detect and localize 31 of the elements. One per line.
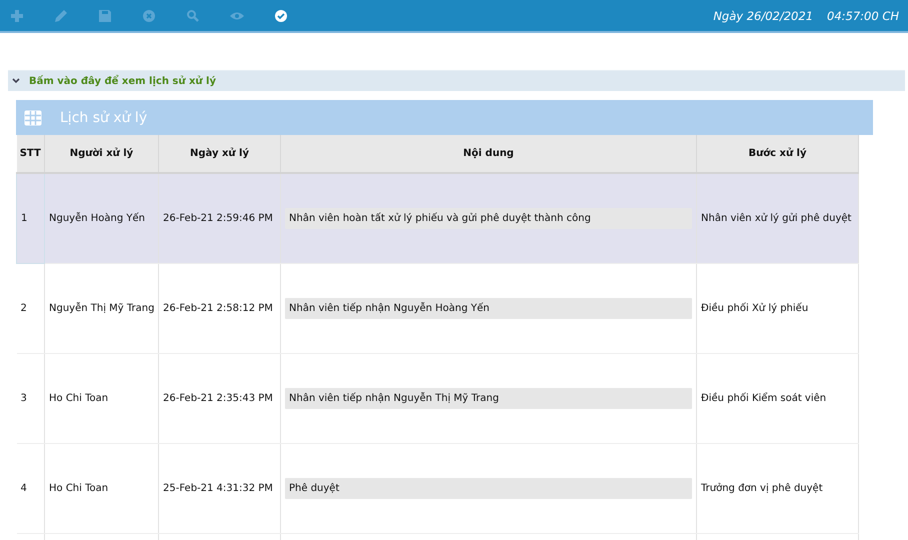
table-icon (24, 110, 42, 126)
column-header: Người xử lý (44, 135, 158, 173)
column-header: STT (16, 135, 44, 173)
table-cell: 26-Feb-21 2:35:43 PM (158, 354, 280, 444)
table-cell: 25-Feb-21 4:31:32 PM (158, 444, 280, 534)
table-cell: 4 (16, 444, 44, 534)
table-cell: Ho Chi Toan (44, 444, 158, 534)
table-cell: 1 (16, 173, 44, 264)
content-text: Nhân viên hoàn tất xử lý phiếu và gửi phê duyệt thành công (285, 208, 692, 229)
content-text: Nhân viên tiếp nhận Nguyễn Hoàng Yến (285, 298, 692, 319)
content-text: Nhân viên tiếp nhận Nguyễn Thị Mỹ Trang (285, 388, 692, 409)
table-cell: Điều phối Kiểm soát viên (696, 354, 858, 444)
column-header: Ngày xử lý (158, 135, 280, 173)
date-label: Ngày 26/02/2021 (713, 8, 814, 22)
table-cell: Trưởng đơn vị phê duyệt (696, 444, 858, 534)
table-cell: Điều phối Xử lý phiếu (696, 264, 858, 354)
check-circle-icon[interactable] (274, 8, 288, 22)
history-toggle[interactable]: Bấm vào đây để xem lịch sử xử lý (8, 70, 905, 91)
table-cell: 26-Feb-21 2:58:12 PM (158, 264, 280, 354)
panel-title: Lịch sử xử lý (60, 110, 148, 126)
column-header: Nội dung (280, 135, 696, 173)
table-cell: Nguyễn Hoàng Yến (44, 173, 158, 264)
table-cell: 2 (16, 264, 44, 354)
table-cell: Nhân viên xử lý gửi phê duyệt (696, 173, 858, 264)
time-label: 04:57:00 CH (827, 8, 899, 22)
table-cell: 3 (16, 354, 44, 444)
column-header: Bước xử lý (696, 135, 858, 173)
table-cell: Ho Chi Toan (44, 354, 158, 444)
table-cell: Nguyễn Thị Mỹ Trang (44, 264, 158, 354)
content-text: Phê duyệt (285, 478, 692, 499)
table-cell: 26-Feb-21 2:59:46 PM (158, 173, 280, 264)
